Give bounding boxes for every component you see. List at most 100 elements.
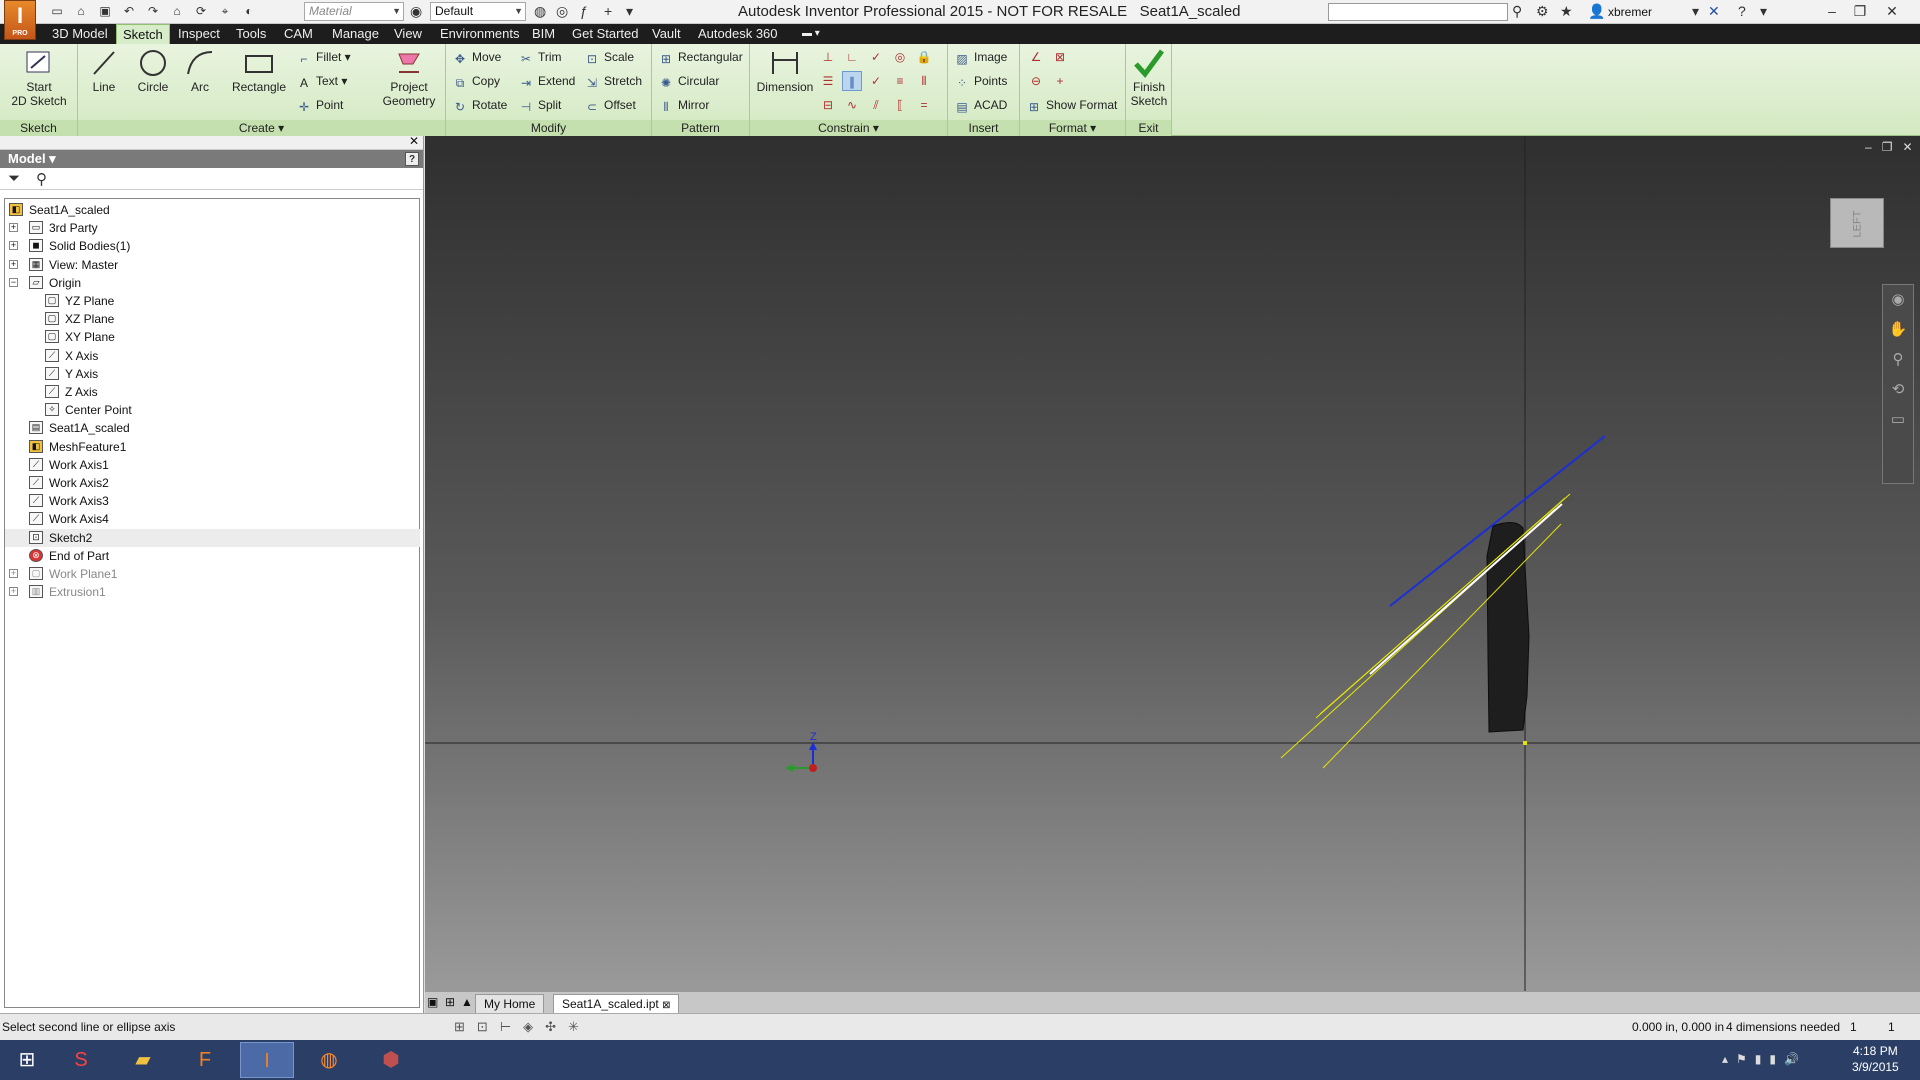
expand-icon[interactable]: +	[9, 587, 18, 597]
parameters-icon[interactable]: ƒ	[580, 3, 588, 19]
insert-image-button[interactable]: ▨ Image	[954, 48, 1007, 66]
customize-icon[interactable]: ▾	[626, 3, 633, 20]
clock[interactable]: 4:18 PM 3/9/2015	[1852, 1043, 1899, 1075]
slice-graphics-icon[interactable]: ◈	[523, 1014, 533, 1040]
material-dropdown[interactable]: Material ▼	[304, 2, 404, 21]
tree-node[interactable]: ⟋ Y Axis	[5, 365, 420, 383]
tree-node[interactable]: ▢ YZ Plane	[5, 292, 420, 310]
mesh-body[interactable]	[1486, 522, 1530, 733]
parallel-icon[interactable]: ∥	[842, 71, 862, 91]
tree-node[interactable]: + ◼ Solid Bodies(1)	[5, 237, 420, 255]
windows-start-icon[interactable]: ⊞	[0, 1042, 54, 1078]
close-icon[interactable]: ✕	[409, 134, 419, 148]
restore-icon[interactable]: ❐	[1846, 0, 1874, 22]
tree-node[interactable]: ◧ MeshFeature1	[5, 438, 420, 456]
inventor-logo-icon[interactable]: I PRO	[4, 0, 36, 40]
tree-node[interactable]: ⊡ Sketch2	[5, 528, 420, 547]
restore-icon[interactable]: ❐	[1882, 140, 1893, 154]
tree-node[interactable]: ✧ Center Point	[5, 401, 420, 419]
expand-icon[interactable]: +	[9, 259, 18, 269]
dimension-display-icon[interactable]: ⊢	[500, 1014, 511, 1040]
expand-icon[interactable]: +	[9, 241, 18, 251]
tab-view[interactable]: View	[388, 24, 428, 44]
rectangular-pattern-button[interactable]: ⊞ Rectangular	[658, 48, 743, 66]
tree-node[interactable]: + ▢ Work Plane1	[5, 565, 420, 583]
construction-icon[interactable]: ∠	[1026, 47, 1046, 67]
home-icon[interactable]: ⌂	[168, 3, 186, 19]
select-icon[interactable]: ⌖	[216, 3, 234, 19]
tangent-icon[interactable]: ✓	[866, 71, 886, 91]
tab-cam[interactable]: CAM	[278, 24, 319, 44]
tree-node[interactable]: ⟋ Work Axis4	[5, 510, 420, 528]
appearance-icon[interactable]: ◐	[240, 3, 258, 19]
tab-vault[interactable]: Vault	[646, 24, 687, 44]
constraint-inference-icon[interactable]: ⊡	[477, 1014, 488, 1040]
show-format-button[interactable]: ⊞ Show Format	[1026, 96, 1117, 114]
offset-button[interactable]: ⊂ Offset	[584, 96, 636, 114]
tab-my-home[interactable]: My Home	[475, 994, 545, 1013]
tab-inspect[interactable]: Inspect	[172, 24, 226, 44]
ribbon-options-icon[interactable]: ▬ ▾	[796, 24, 826, 44]
sketch-line-2[interactable]	[1319, 493, 1571, 715]
dimension-button[interactable]: Dimension	[754, 48, 816, 94]
center-point-icon[interactable]: ⊖	[1026, 71, 1046, 91]
line-button[interactable]: Line	[84, 48, 124, 94]
symmetric-icon[interactable]: ⟦	[890, 95, 910, 115]
system-tray[interactable]: ▴⚑▮▮🔊	[1722, 1052, 1807, 1066]
expand-icon[interactable]: +	[9, 569, 18, 578]
user-name[interactable]: xbremer	[1608, 5, 1652, 19]
tab-manage[interactable]: Manage	[326, 24, 385, 44]
app-icon[interactable]: ⬢	[364, 1042, 418, 1078]
extend-button[interactable]: ⇥ Extend	[518, 72, 575, 90]
arc-button[interactable]: Arc	[180, 48, 220, 94]
collinear-icon[interactable]: ⫽	[866, 95, 886, 115]
fusion360-icon[interactable]: F	[178, 1042, 232, 1078]
adjust-icon[interactable]: ◎	[556, 3, 568, 20]
inventor-icon[interactable]: I	[240, 1042, 294, 1078]
undo-icon[interactable]: ↶	[120, 3, 138, 19]
steering-wheel-icon[interactable]: ◉	[1883, 285, 1913, 315]
help-icon[interactable]: ?	[1738, 3, 1746, 19]
tab-bim[interactable]: BIM	[526, 24, 561, 44]
tab-tools[interactable]: Tools	[230, 24, 272, 44]
scale-button[interactable]: ⊡ Scale	[584, 48, 634, 66]
fillet-button[interactable]: ⌐ Fillet ▾	[296, 48, 350, 66]
chevron-down-icon[interactable]: ▾	[1692, 3, 1699, 20]
expand-icon[interactable]: +	[9, 223, 18, 233]
tree-node[interactable]: ⟋ Work Axis2	[5, 474, 420, 492]
new-icon[interactable]: ▭	[48, 3, 66, 19]
tab-autodesk-360[interactable]: Autodesk 360	[692, 24, 784, 44]
insert-points-button[interactable]: ⁘ Points	[954, 72, 1007, 90]
filter-icon[interactable]: ⏷	[8, 170, 20, 187]
tree-node[interactable]: + ▥ Extrusion1	[5, 583, 420, 601]
tree-node[interactable]: ▢ XZ Plane	[5, 310, 420, 328]
insert-acad-button[interactable]: ▤ ACAD	[954, 96, 1007, 114]
tree-node[interactable]: + ▦ View: Master	[5, 256, 420, 274]
rotate-button[interactable]: ↻ Rotate	[452, 96, 507, 114]
finish-sketch-button[interactable]: Finish Sketch	[1128, 48, 1170, 108]
viewcube[interactable]: LEFT	[1830, 198, 1884, 248]
tree-node[interactable]: ▢ XY Plane	[5, 328, 420, 346]
constraint-settings-icon[interactable]: ☰	[818, 71, 838, 91]
exchange-icon[interactable]: ✕	[1708, 3, 1720, 20]
firefox-icon[interactable]: ◍	[302, 1042, 356, 1078]
help-icon[interactable]: ?	[405, 152, 419, 166]
vertical-icon[interactable]: ⦀	[914, 71, 934, 91]
horizontal-icon[interactable]: ≡	[890, 71, 910, 91]
move-button[interactable]: ✥ Move	[452, 48, 501, 66]
tab-seat1a-scaled[interactable]: Seat1A_scaled.ipt ⊠	[553, 994, 680, 1013]
move-point-icon[interactable]: ✣	[545, 1014, 556, 1040]
zoom-icon[interactable]: ⚲	[1883, 345, 1913, 375]
orbit-icon[interactable]: ⟲	[1883, 375, 1913, 405]
redo-icon[interactable]: ↷	[144, 3, 162, 19]
selected-sketch-line[interactable]	[1369, 503, 1563, 675]
color-wheel-icon[interactable]: ◉	[410, 3, 422, 20]
tab-get-started[interactable]: Get Started	[566, 24, 644, 44]
collapse-icon[interactable]: −	[9, 277, 18, 287]
copy-button[interactable]: ⧉ Copy	[452, 72, 500, 90]
pan-icon[interactable]: ✋	[1883, 315, 1913, 345]
tree-node[interactable]: − ▱ Origin	[5, 274, 420, 292]
help-search-input[interactable]	[1328, 3, 1508, 21]
text-button[interactable]: A Text ▾	[296, 72, 347, 90]
mirror-button[interactable]: ⫴ Mirror	[658, 96, 709, 114]
